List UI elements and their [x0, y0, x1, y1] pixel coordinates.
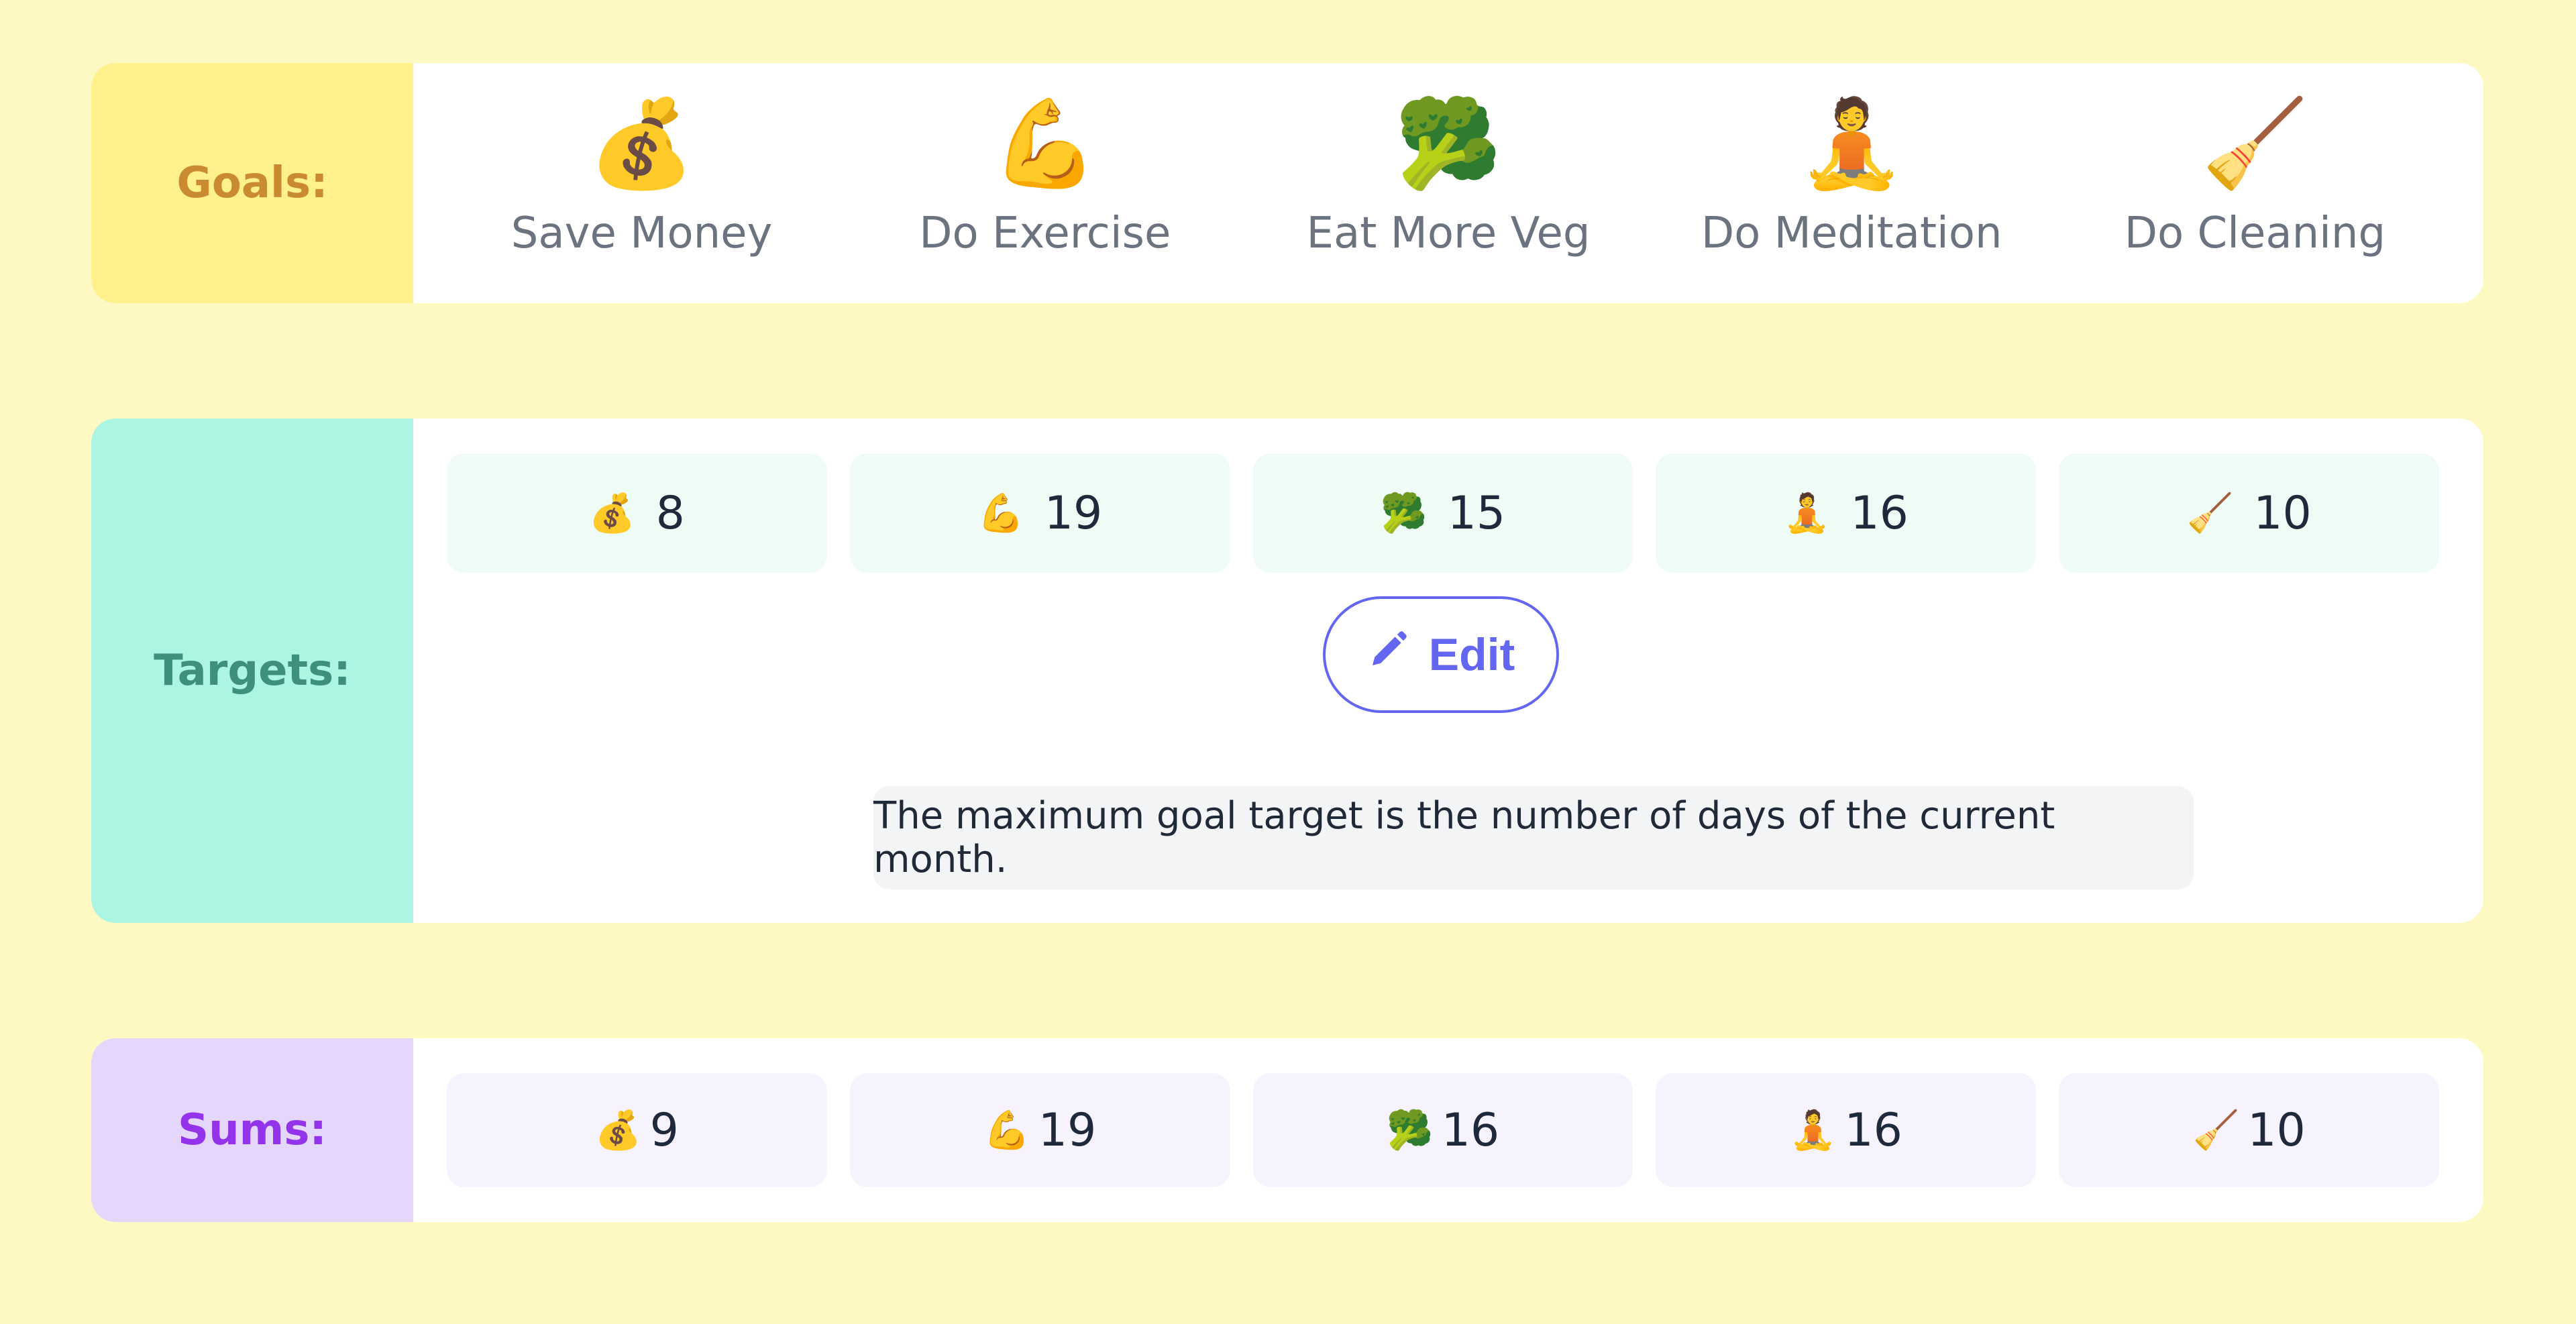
goal-item-do-cleaning: 🧹 Do Cleaning	[2053, 63, 2457, 303]
broom-icon: 🧹	[2201, 94, 2309, 194]
goals-card: Goals: 💰 Save Money 💪 Do Exercise 🥦 Eat …	[91, 63, 2483, 303]
meditation-icon: 🧘	[1798, 94, 1905, 194]
edit-targets-button[interactable]: Edit	[1323, 596, 1559, 713]
target-value: 16	[1850, 486, 1909, 540]
target-chip-do-meditation: 🧘 16	[1656, 453, 2037, 573]
target-value: 19	[1044, 486, 1103, 540]
goal-item-do-exercise: 💪 Do Exercise	[843, 63, 1246, 303]
target-info-note: The maximum goal target is the number of…	[873, 786, 2194, 889]
goal-name: Do Exercise	[919, 209, 1171, 258]
targets-list: 💰 8 💪 19 🥦 15 🧘 16 🧹 10	[447, 453, 2439, 573]
goal-item-eat-more-veg: 🥦 Eat More Veg	[1246, 63, 1650, 303]
sum-chip-do-cleaning: 🧹 10	[2059, 1073, 2439, 1187]
flexed-biceps-icon: 💪	[983, 1109, 1030, 1152]
meditation-icon: 🧘	[1783, 492, 1831, 535]
sum-value: 10	[2247, 1103, 2306, 1157]
flexed-biceps-icon: 💪	[991, 94, 1099, 194]
target-chip-do-cleaning: 🧹 10	[2059, 453, 2439, 573]
sums-label: Sums:	[91, 1038, 413, 1222]
target-chip-eat-more-veg: 🥦 15	[1252, 453, 1633, 573]
broom-icon: 🧹	[2192, 1109, 2240, 1152]
sums-list: 💰 9 💪 19 🥦 16 🧘 16 🧹 10	[447, 1073, 2439, 1187]
broccoli-icon: 🥦	[1386, 1109, 1434, 1152]
goal-item-save-money: 💰 Save Money	[440, 63, 843, 303]
broom-icon: 🧹	[2186, 492, 2234, 535]
sum-value: 19	[1038, 1103, 1097, 1157]
sum-value: 16	[1844, 1103, 1902, 1157]
target-chip-save-money: 💰 8	[447, 453, 827, 573]
targets-card: Targets: 💰 8 💪 19 🥦 15 🧘 16 🧹 10 Edit Th…	[91, 419, 2483, 923]
money-bag-icon: 💰	[588, 492, 636, 535]
target-value: 8	[655, 486, 685, 540]
sum-value: 9	[649, 1103, 679, 1157]
money-bag-icon: 💰	[588, 94, 696, 194]
money-bag-icon: 💰	[594, 1109, 642, 1152]
edit-label: Edit	[1428, 629, 1515, 680]
goal-name: Do Meditation	[1701, 209, 2002, 258]
meditation-icon: 🧘	[1789, 1109, 1837, 1152]
goals-list: 💰 Save Money 💪 Do Exercise 🥦 Eat More Ve…	[413, 63, 2483, 303]
target-value: 15	[1447, 486, 1506, 540]
target-value: 10	[2253, 486, 2312, 540]
sums-card: Sums: 💰 9 💪 19 🥦 16 🧘 16 🧹 10	[91, 1038, 2483, 1222]
broccoli-icon: 🥦	[1380, 492, 1428, 535]
sum-chip-do-exercise: 💪 19	[849, 1073, 1230, 1187]
goal-name: Eat More Veg	[1306, 209, 1591, 258]
goal-name: Save Money	[511, 209, 773, 258]
sum-chip-save-money: 💰 9	[447, 1073, 827, 1187]
target-chip-do-exercise: 💪 19	[849, 453, 1230, 573]
goal-item-do-meditation: 🧘 Do Meditation	[1650, 63, 2053, 303]
broccoli-icon: 🥦	[1395, 94, 1502, 194]
sum-chip-do-meditation: 🧘 16	[1656, 1073, 2037, 1187]
sum-chip-eat-more-veg: 🥦 16	[1252, 1073, 1633, 1187]
goal-name: Do Cleaning	[2124, 209, 2386, 258]
flexed-biceps-icon: 💪	[977, 492, 1024, 535]
goals-label: Goals:	[91, 63, 413, 303]
targets-label: Targets:	[91, 419, 413, 923]
sum-value: 16	[1441, 1103, 1500, 1157]
pencil-icon	[1367, 628, 1410, 681]
